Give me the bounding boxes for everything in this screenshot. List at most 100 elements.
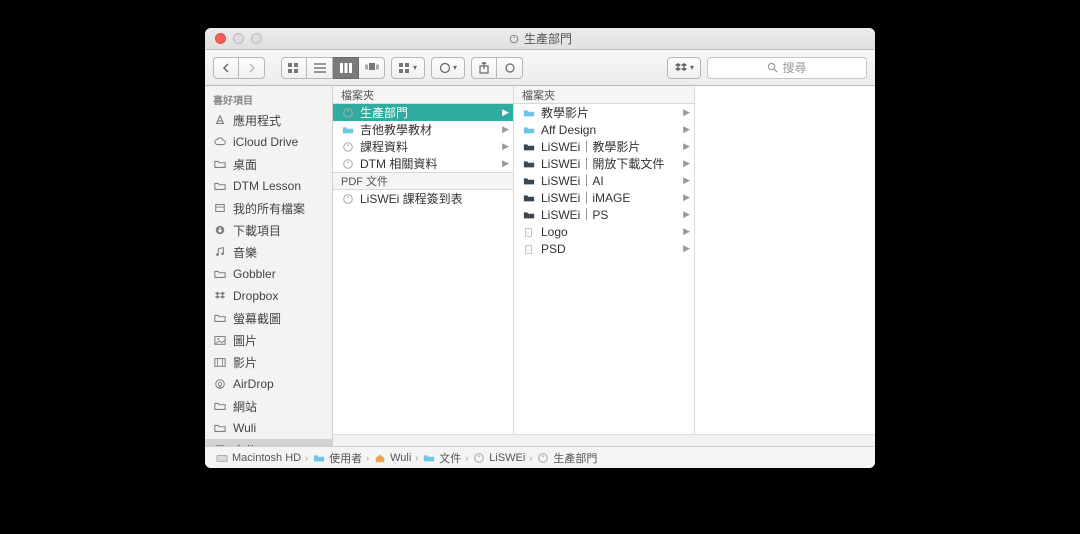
column-view-button[interactable] (333, 57, 359, 79)
list-view-button[interactable] (307, 57, 333, 79)
share-button[interactable] (471, 57, 497, 79)
sidebar-item[interactable]: 文件 (205, 439, 332, 446)
file-row[interactable]: Aff Design▶ (514, 121, 694, 138)
forward-button[interactable] (239, 57, 265, 79)
file-row[interactable]: ∞PSD▶ (514, 240, 694, 257)
path-label: Macintosh HD (232, 452, 301, 464)
tagfile-icon: ∞ (522, 243, 536, 255)
column[interactable]: 檔案夾生產部門▶吉他教學教材▶課程資料▶DTM 相關資料▶PDF 文件LiSWE… (333, 86, 514, 434)
sidebar-item[interactable]: 桌面 (205, 153, 332, 175)
file-row[interactable]: LiSWEi｜教學影片 ▶ (514, 138, 694, 155)
coverflow-view-button[interactable] (359, 57, 385, 79)
sidebar-item[interactable]: 音樂 (205, 241, 332, 263)
bluefolder-icon (341, 124, 355, 136)
column-header: 檔案夾 (333, 86, 513, 104)
titlebar[interactable]: 生產部門 (205, 28, 875, 50)
file-label: DTM 相關資料 (360, 155, 437, 172)
window-body: 喜好項目 應用程式iCloud Drive桌面DTM Lesson 我的所有檔案下… (205, 86, 875, 446)
sidebar-item[interactable]: 影片 (205, 351, 332, 373)
file-label: LiSWEi｜AI (541, 172, 604, 189)
sidebar-item[interactable]: Dropbox (205, 285, 332, 307)
chevron-right-icon: ▶ (502, 158, 509, 169)
path-segment[interactable]: Macintosh HD (215, 452, 301, 464)
darkfolder-icon (522, 141, 536, 153)
sidebar-item[interactable]: Gobbler (205, 263, 332, 285)
file-row[interactable]: LiSWEi 課程簽到表 (333, 190, 513, 207)
column-view: 檔案夾生產部門▶吉他教學教材▶課程資料▶DTM 相關資料▶PDF 文件LiSWE… (333, 86, 875, 434)
path-segment[interactable]: LiSWEi (472, 452, 525, 464)
file-row[interactable]: LiSWEi｜PS▶ (514, 206, 694, 223)
path-label: Wuli (390, 452, 411, 464)
chevron-right-icon: ▶ (502, 141, 509, 152)
chevron-right-icon: ▶ (683, 124, 690, 135)
chevron-right-icon: ▶ (683, 243, 690, 254)
file-label: LiSWEi｜PS (541, 206, 608, 223)
sidebar-item-label: Gobbler (233, 267, 276, 281)
file-row[interactable]: LiSWEi｜AI▶ (514, 172, 694, 189)
sidebar-item[interactable]: iCloud Drive (205, 131, 332, 153)
sidebar-item[interactable]: Wuli (205, 417, 332, 439)
toolbar: ▾ ▾ ▾ 搜尋 (205, 50, 875, 86)
path-segment[interactable]: Wuli (373, 452, 411, 464)
path-segment[interactable]: 文件 (422, 450, 461, 466)
file-row[interactable]: 課程資料▶ (333, 138, 513, 155)
file-row[interactable]: LiSWEi｜開放下載文件▶ (514, 155, 694, 172)
darkfolder-icon (522, 209, 536, 221)
sidebar-item-label: 我的所有檔案 (233, 200, 305, 217)
folder-icon (213, 421, 227, 435)
path-separator-icon: › (366, 453, 369, 463)
path-label: 使用者 (329, 450, 362, 466)
tag-icon (508, 33, 520, 45)
path-segment[interactable]: 生產部門 (536, 450, 597, 466)
horizontal-scrollbar[interactable] (333, 434, 875, 446)
bluefolder-icon (522, 124, 536, 136)
sidebar-item[interactable]: AirDrop (205, 373, 332, 395)
icon-view-button[interactable] (281, 57, 307, 79)
sidebar[interactable]: 喜好項目 應用程式iCloud Drive桌面DTM Lesson 我的所有檔案下… (205, 86, 333, 446)
path-segment[interactable]: 使用者 (312, 450, 362, 466)
tagfolder-icon (341, 141, 355, 153)
sidebar-item[interactable]: 應用程式 (205, 109, 332, 131)
file-row[interactable]: LiSWEi｜iMAGE▶ (514, 189, 694, 206)
sidebar-item[interactable]: DTM Lesson (205, 175, 332, 197)
file-row[interactable]: 吉他教學教材▶ (333, 121, 513, 138)
action-group: ▾ (431, 57, 465, 79)
photos-icon (213, 333, 227, 347)
action-button[interactable]: ▾ (431, 57, 465, 79)
folder-icon (213, 267, 227, 281)
chevron-right-icon: ▶ (683, 226, 690, 237)
sidebar-header: 喜好項目 (205, 86, 332, 109)
file-row[interactable]: ∞Logo▶ (514, 223, 694, 240)
sidebar-item[interactable]: 螢幕截圖 (205, 307, 332, 329)
darkfolder-icon (522, 175, 536, 187)
folder-icon (213, 399, 227, 413)
sidebar-item[interactable]: 我的所有檔案 (205, 197, 332, 219)
search-placeholder: 搜尋 (782, 59, 806, 76)
tagfolder-icon (536, 452, 550, 464)
sidebar-item[interactable]: 下載項目 (205, 219, 332, 241)
column[interactable] (695, 86, 875, 434)
chevron-right-icon: ▶ (502, 107, 509, 118)
dropbox-button[interactable]: ▾ (667, 57, 701, 79)
sidebar-item[interactable]: 網站 (205, 395, 332, 417)
file-row[interactable]: DTM 相關資料 ▶ (333, 155, 513, 172)
file-label: LiSWEi｜教學影片 (541, 138, 640, 155)
pathbar[interactable]: Macintosh HD›使用者›Wuli›文件›LiSWEi›生產部門 (205, 446, 875, 468)
view-buttons (281, 57, 385, 79)
sidebar-item[interactable]: 圖片 (205, 329, 332, 351)
file-label: 教學影片 (541, 104, 589, 121)
tagfolder-icon (341, 158, 355, 170)
arrange-button[interactable]: ▾ (391, 57, 425, 79)
column[interactable]: 檔案夾教學影片▶Aff Design▶LiSWEi｜教學影片▶LiSWEi｜開放… (514, 86, 695, 434)
file-row[interactable]: 生產部門▶ (333, 104, 513, 121)
column-body: 教學影片▶Aff Design▶LiSWEi｜教學影片▶LiSWEi｜開放下載文… (514, 104, 694, 434)
folder-icon (213, 311, 227, 325)
chevron-right-icon: ▶ (502, 124, 509, 135)
apps-icon (213, 113, 227, 127)
search-field[interactable]: 搜尋 (707, 57, 867, 79)
back-button[interactable] (213, 57, 239, 79)
tags-button[interactable] (497, 57, 523, 79)
airdrop-icon (213, 377, 227, 391)
chevron-right-icon: ▶ (683, 141, 690, 152)
file-row[interactable]: 教學影片▶ (514, 104, 694, 121)
